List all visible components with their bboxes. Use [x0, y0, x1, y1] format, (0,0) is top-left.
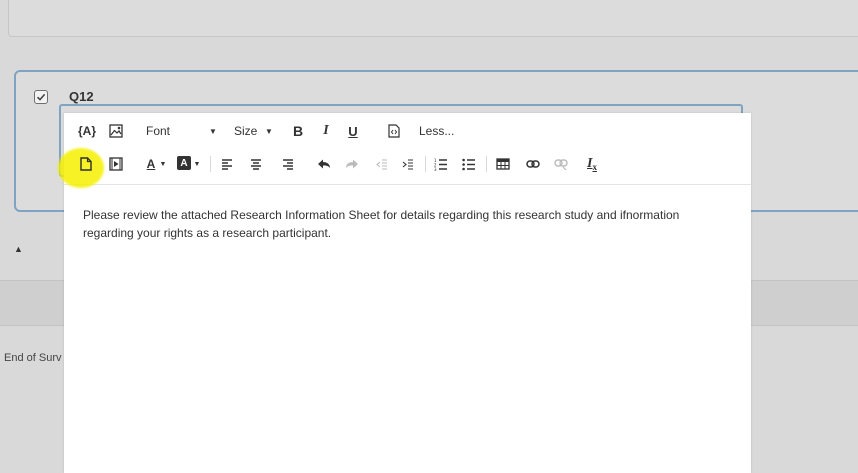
indent-icon: [402, 159, 413, 170]
collapse-arrow-icon[interactable]: ▲: [14, 244, 23, 254]
align-right-button[interactable]: [280, 154, 296, 174]
bulleted-list-button[interactable]: [460, 154, 478, 174]
chevron-down-icon[interactable]: ▼: [193, 154, 201, 174]
align-left-button[interactable]: [219, 154, 235, 174]
redo-icon: [346, 159, 358, 169]
insert-graphic-button[interactable]: [106, 121, 126, 141]
source-button[interactable]: [386, 121, 402, 141]
toolbar-separator: [210, 156, 211, 172]
checkmark-icon: [36, 93, 46, 101]
decrease-indent-button[interactable]: [374, 154, 390, 174]
remove-format-button[interactable]: Ix: [583, 154, 601, 174]
insert-table-button[interactable]: [494, 154, 512, 174]
align-center-icon: [251, 159, 261, 170]
toolbar-separator: [486, 156, 487, 172]
undo-icon: [318, 159, 330, 169]
previous-question-block: [8, 0, 858, 37]
background-color-button[interactable]: A: [177, 156, 191, 170]
chevron-down-icon[interactable]: ▼: [208, 121, 218, 141]
bold-button[interactable]: B: [290, 121, 306, 141]
increase-indent-button[interactable]: [400, 154, 416, 174]
remove-format-sub-label: x: [592, 162, 597, 172]
bulleted-list-icon: [462, 158, 475, 170]
rich-text-editor[interactable]: {A} Font ▼ Size ▼ B I U Less... A ▼ A ▼ …: [64, 113, 751, 473]
italic-button[interactable]: I: [318, 121, 334, 141]
insert-link-button[interactable]: [524, 154, 542, 174]
text-color-button[interactable]: A: [144, 154, 158, 174]
question-checkbox[interactable]: [34, 90, 48, 104]
editor-content[interactable]: Please review the attached Research Info…: [83, 206, 733, 242]
redo-button[interactable]: [343, 154, 361, 174]
align-right-icon: [283, 159, 293, 170]
less-button[interactable]: Less...: [419, 121, 463, 141]
align-center-button[interactable]: [248, 154, 264, 174]
editor-toolbar: {A} Font ▼ Size ▼ B I U Less... A ▼ A ▼ …: [64, 113, 751, 185]
size-dropdown-label[interactable]: Size: [234, 121, 264, 141]
outdent-icon: [376, 159, 387, 170]
table-icon: [496, 158, 510, 170]
numbered-list-button[interactable]: 1 2 3: [432, 154, 450, 174]
image-icon: [109, 124, 123, 138]
question-label: Q12: [69, 89, 94, 104]
chevron-down-icon[interactable]: ▼: [159, 154, 167, 174]
piped-text-button[interactable]: {A}: [76, 121, 98, 141]
insert-file-button-highlighted[interactable]: [76, 154, 96, 174]
file-icon: [80, 157, 92, 171]
font-dropdown-label[interactable]: Font: [146, 121, 186, 141]
unlink-button[interactable]: [552, 154, 570, 174]
video-icon: [109, 157, 123, 171]
unlink-icon: [554, 159, 568, 170]
underline-button[interactable]: U: [345, 121, 361, 141]
end-of-survey-label: End of Surv: [4, 352, 62, 364]
insert-media-button[interactable]: [106, 154, 126, 174]
source-code-icon: [388, 124, 400, 138]
link-icon: [526, 160, 540, 168]
svg-text:3: 3: [434, 167, 437, 171]
toolbar-separator: [425, 156, 426, 172]
chevron-down-icon[interactable]: ▼: [264, 121, 274, 141]
undo-button[interactable]: [315, 154, 333, 174]
align-left-icon: [222, 159, 232, 170]
numbered-list-icon: 1 2 3: [434, 158, 447, 171]
